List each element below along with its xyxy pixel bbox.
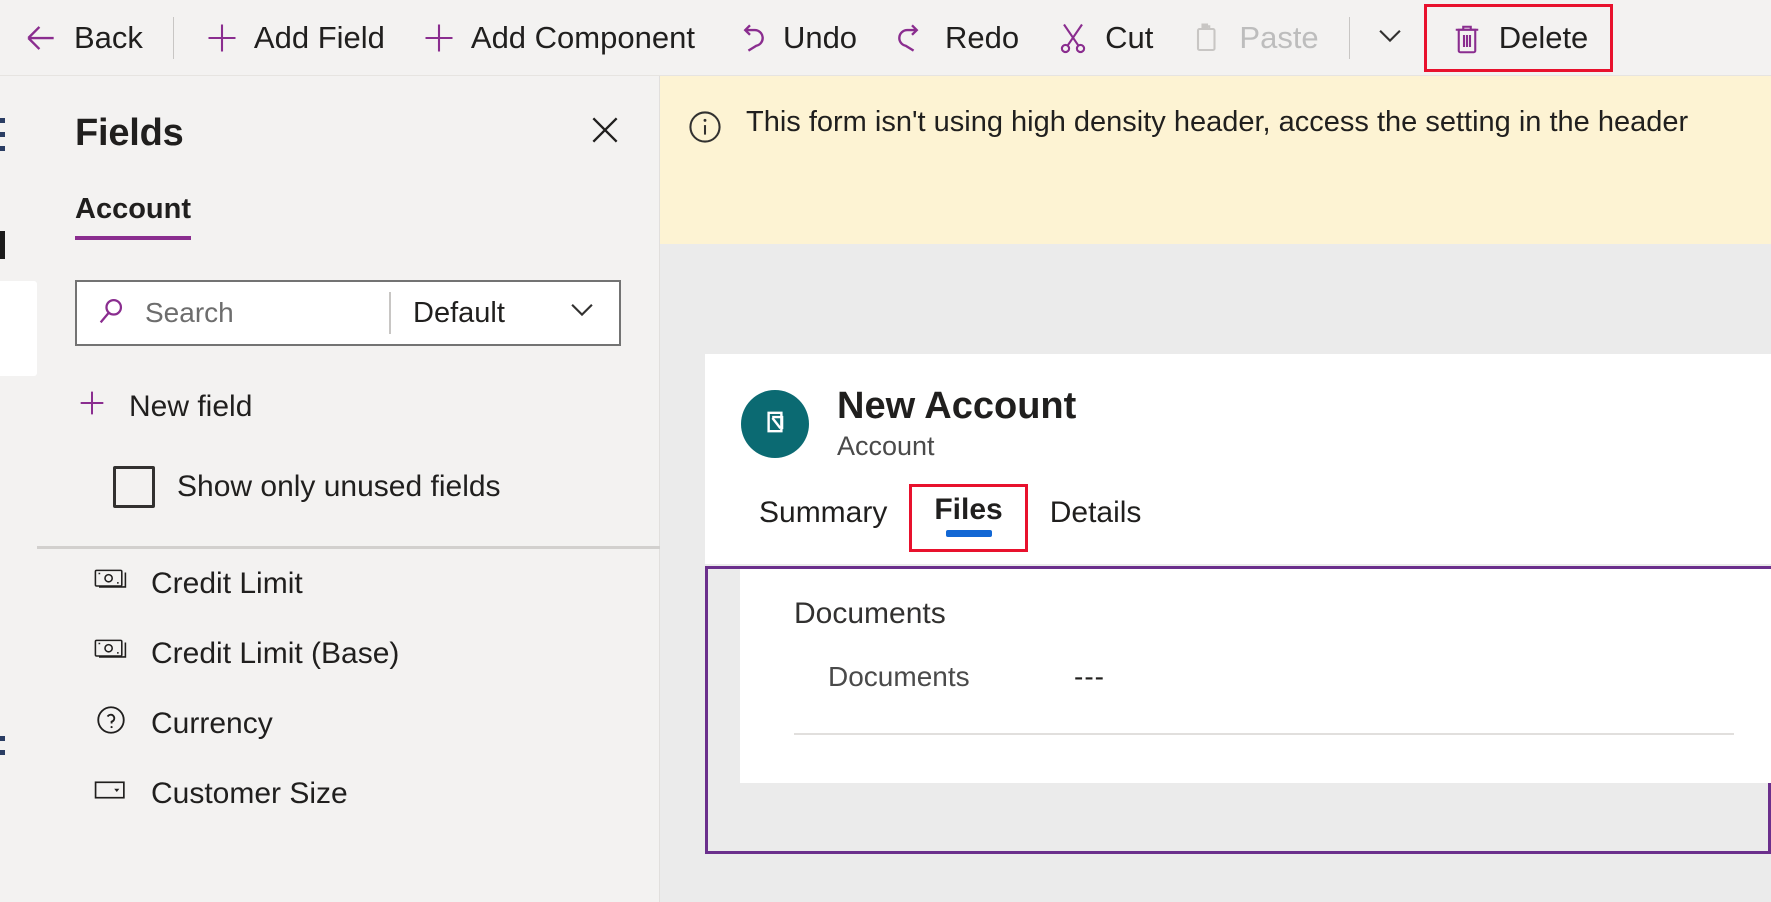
plus-icon <box>421 20 457 56</box>
currency-icon <box>93 565 129 603</box>
field-filter-dropdown[interactable]: Default <box>391 282 619 344</box>
tab-account[interactable]: Account <box>75 193 191 240</box>
chevron-down-icon <box>565 292 599 334</box>
choice-icon <box>93 776 129 812</box>
form-tabs: Summary Files Details <box>705 462 1771 553</box>
search-row: Default <box>75 280 621 346</box>
drag-handle-icon[interactable] <box>0 736 8 764</box>
plus-icon <box>204 20 240 56</box>
paste-label: Paste <box>1239 19 1319 55</box>
add-component-label: Add Component <box>470 19 695 55</box>
field-label: Currency <box>151 707 273 740</box>
search-icon <box>95 294 129 333</box>
tab-summary[interactable]: Summary <box>739 496 907 552</box>
record-header: New Account Account <box>705 354 1771 462</box>
tab-files-label: Files <box>934 493 1003 527</box>
back-label: Back <box>74 19 143 55</box>
tab-files[interactable]: Files <box>909 484 1028 553</box>
cut-button[interactable]: Cut <box>1037 8 1171 68</box>
section-title: Documents <box>794 597 946 630</box>
section-rule <box>794 733 1734 735</box>
section-body: Documents Documents --- <box>740 569 1771 783</box>
info-icon <box>686 108 724 151</box>
arrow-left-icon <box>22 19 60 57</box>
record-entity-name: Account <box>837 431 935 462</box>
lookup-icon <box>93 703 129 745</box>
add-field-label: Add Field <box>253 19 385 55</box>
delete-label: Delete <box>1498 19 1589 55</box>
field-list-item-customer-size[interactable]: Customer Size <box>37 759 660 829</box>
notification-text: This form isn't using high density heade… <box>746 106 1689 138</box>
redo-icon <box>893 19 931 57</box>
selected-section[interactable]: Documents Documents --- <box>705 566 1771 854</box>
tab-summary-label: Summary <box>759 496 888 530</box>
close-panel-button[interactable] <box>581 108 629 156</box>
fields-panel: Fields Account Search Default New field … <box>37 76 685 902</box>
command-bar: Back Add Field Add Component Undo Redo C… <box>0 0 1771 76</box>
new-field-button[interactable]: New field <box>75 386 252 428</box>
undo-button[interactable]: Undo <box>713 8 875 68</box>
redo-label: Redo <box>945 19 1020 55</box>
toolbar-separator-1 <box>172 16 174 59</box>
field-list-item-credit-limit[interactable]: Credit Limit <box>37 549 660 619</box>
account-entity-icon <box>758 405 792 444</box>
overflow-menu-button[interactable] <box>1362 8 1418 68</box>
show-only-unused-fields-label: Show only unused fields <box>177 470 501 503</box>
field-label: Credit Limit (Base) <box>151 637 400 670</box>
section-field-row[interactable]: Documents --- <box>740 631 1771 693</box>
field-row-label: Documents <box>828 661 970 692</box>
fields-list: Credit Limit Credit Limit (Base) Currenc… <box>37 549 660 902</box>
tab-active-underline <box>945 530 992 538</box>
checkbox-box <box>113 466 155 508</box>
form-preview-area: New Account Account Summary Files Detail… <box>660 244 1771 902</box>
trash-icon <box>1449 20 1485 56</box>
record-title: New Account <box>837 385 1077 427</box>
avatar <box>741 390 809 459</box>
tab-details-label: Details <box>1049 496 1142 530</box>
field-label: Credit Limit <box>151 567 303 600</box>
fields-panel-header: Fields <box>37 76 659 155</box>
field-filter-value: Default <box>413 296 505 329</box>
clipboard-icon <box>1189 20 1225 56</box>
show-only-unused-fields-checkbox[interactable]: Show only unused fields <box>113 466 659 508</box>
form-canvas: This form isn't using high density heade… <box>660 76 1771 902</box>
search-input[interactable] <box>145 297 389 329</box>
undo-label: Undo <box>782 19 858 55</box>
field-row-value: --- <box>1074 661 1105 692</box>
search-box[interactable] <box>77 282 389 344</box>
page-title: Fields <box>75 112 184 154</box>
paste-button: Paste <box>1171 8 1336 68</box>
fields-panel-tabs: Account <box>37 193 659 240</box>
tab-details[interactable]: Details <box>1030 496 1162 552</box>
field-list-item-currency[interactable]: Currency <box>37 689 660 759</box>
field-label: Customer Size <box>151 777 348 810</box>
add-field-button[interactable]: Add Field <box>186 8 403 68</box>
form-header-card: New Account Account Summary Files Detail… <box>705 354 1771 564</box>
record-title-block: New Account Account <box>837 385 1077 462</box>
field-list-item-credit-limit-base[interactable]: Credit Limit (Base) <box>37 619 660 689</box>
plus-icon <box>75 386 109 428</box>
drag-handle-icon[interactable] <box>0 118 8 160</box>
currency-icon <box>93 635 129 673</box>
left-rail <box>0 76 37 902</box>
scissors-icon <box>1055 20 1091 56</box>
undo-icon <box>731 19 769 57</box>
toolbar-separator-2 <box>1348 16 1350 59</box>
notification-banner: This form isn't using high density heade… <box>660 76 1771 244</box>
close-icon <box>585 110 625 155</box>
add-component-button[interactable]: Add Component <box>403 8 713 68</box>
cut-label: Cut <box>1105 19 1154 55</box>
rail-indicator <box>0 231 5 259</box>
chevron-down-icon <box>1373 18 1407 57</box>
redo-button[interactable]: Redo <box>875 8 1037 68</box>
delete-button[interactable]: Delete <box>1423 3 1614 72</box>
rail-preview-card[interactable] <box>0 281 37 376</box>
back-button[interactable]: Back <box>4 8 161 68</box>
new-field-label: New field <box>129 390 253 423</box>
